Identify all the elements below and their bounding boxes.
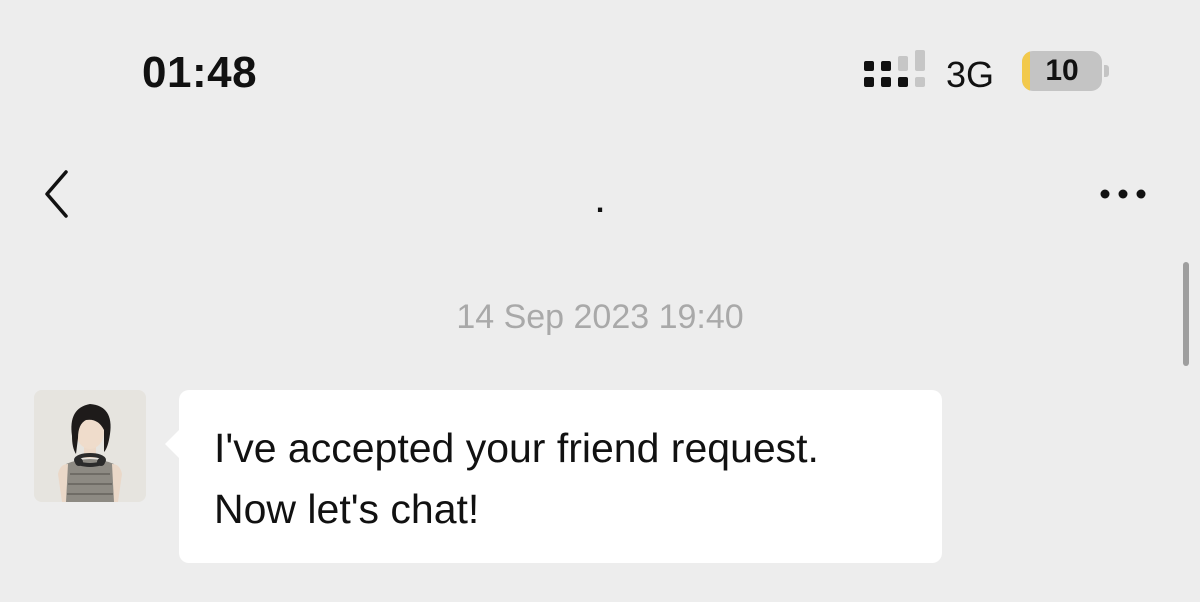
signal-strength-icon	[864, 50, 925, 87]
message-text-line: Now let's chat!	[214, 486, 480, 532]
signal-cell	[915, 77, 925, 87]
signal-cell	[881, 77, 891, 87]
battery-tip	[1104, 65, 1109, 77]
signal-cell	[864, 61, 874, 71]
message-bubble[interactable]: I've accepted your friend request. Now l…	[165, 390, 942, 563]
chat-screen: 01:48 3G 10 . 14 Sep 2023 19:40 I've acc…	[0, 0, 1200, 602]
signal-cell	[864, 77, 874, 87]
more-button[interactable]	[1094, 182, 1154, 206]
status-time: 01:48	[142, 48, 258, 97]
battery-icon: 10	[1022, 51, 1102, 91]
back-button[interactable]	[38, 168, 78, 220]
scroll-indicator[interactable]	[1183, 262, 1189, 366]
bubble-tail	[165, 430, 179, 458]
avatar-photo	[34, 390, 146, 502]
avatar[interactable]	[34, 390, 146, 502]
message-text-line: I've accepted your friend request.	[214, 425, 819, 471]
more-horizontal-icon	[1100, 189, 1146, 199]
battery-level: 10	[1045, 54, 1079, 87]
message-timestamp: 14 Sep 2023 19:40	[456, 298, 744, 336]
signal-cell	[898, 56, 908, 71]
network-type: 3G	[946, 54, 995, 95]
chevron-left-icon	[45, 170, 68, 218]
chat-title: .	[595, 186, 605, 219]
signal-cell	[898, 77, 908, 87]
signal-cell	[915, 50, 925, 71]
signal-cell	[881, 61, 891, 71]
